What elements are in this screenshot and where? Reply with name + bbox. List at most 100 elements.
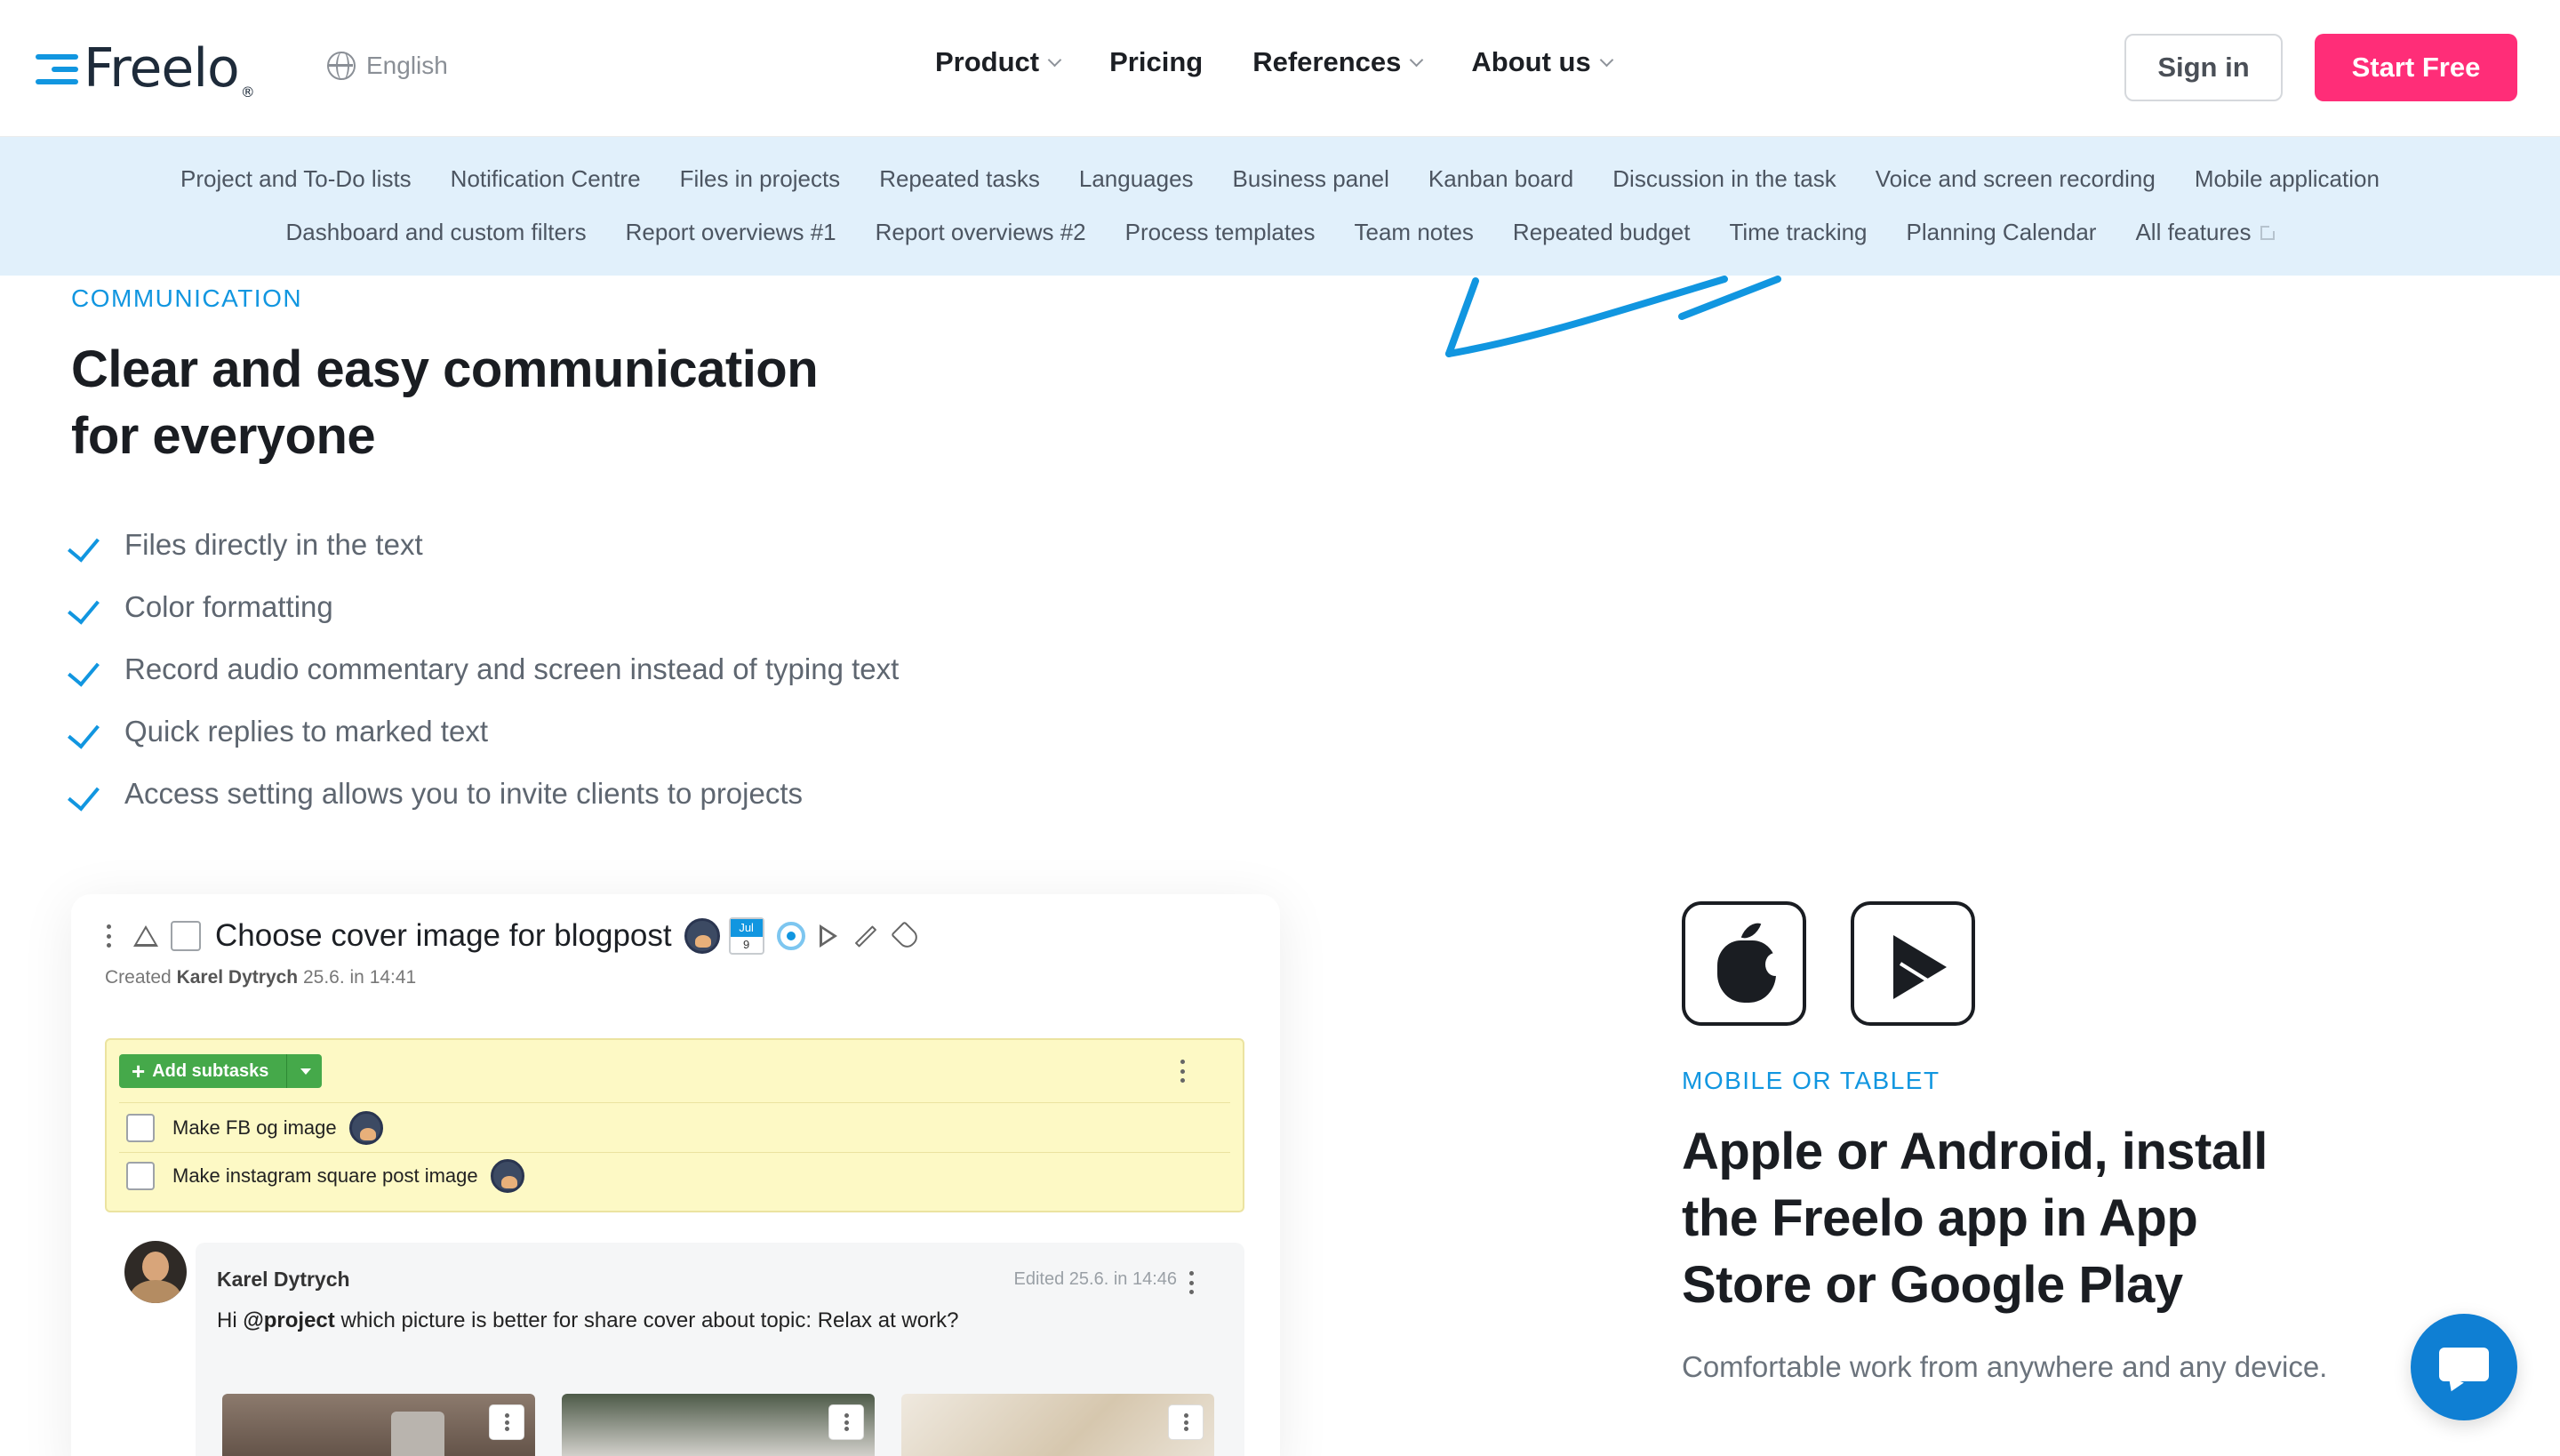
feature-link-process-templates[interactable]: Process templates	[1125, 219, 1316, 246]
priority-target-icon[interactable]	[776, 922, 805, 950]
feature-link-time-tracking[interactable]: Time tracking	[1729, 219, 1867, 246]
calendar-day: 9	[743, 938, 750, 951]
all-features-label: All features	[2135, 219, 2252, 245]
kebab-menu-icon[interactable]	[1189, 1271, 1195, 1294]
feature-link-report-overviews-2[interactable]: Report overviews #2	[876, 219, 1086, 246]
google-play-button[interactable]	[1851, 901, 1975, 1026]
chat-widget-button[interactable]	[2411, 1314, 2517, 1420]
chevron-down-icon	[1599, 52, 1613, 67]
top-header: Freelo ® English Product Pricing Referenc…	[0, 0, 2560, 137]
nav-references[interactable]: References	[1252, 46, 1424, 78]
feature-link-repeated-tasks[interactable]: Repeated tasks	[879, 165, 1040, 193]
freelo-logo[interactable]: Freelo ®	[36, 36, 255, 100]
warning-icon[interactable]	[133, 925, 158, 947]
nav-product-label: Product	[935, 46, 1040, 77]
image-thumbnail[interactable]	[901, 1394, 1214, 1456]
mobile-eyebrow: MOBILE OR TABLET	[1682, 1067, 1940, 1094]
apple-icon	[1717, 940, 1785, 1003]
language-label: English	[366, 52, 448, 79]
feature-link-kanban-board[interactable]: Kanban board	[1428, 165, 1573, 193]
feature-link-files-in-projects[interactable]: Files in projects	[680, 165, 841, 193]
add-subtasks-label: Add subtasks	[152, 1060, 269, 1081]
comment-text-suffix: which picture is better for share cover …	[340, 1308, 959, 1332]
pencil-icon[interactable]	[854, 924, 876, 948]
list-item-text: Record audio commentary and screen inste…	[124, 652, 900, 685]
check-icon	[71, 533, 103, 556]
chat-icon	[2439, 1348, 2489, 1381]
nav-pricing-label: Pricing	[1109, 46, 1204, 77]
feature-link-all-features[interactable]: All features	[2135, 219, 2276, 246]
feature-link-mobile-application[interactable]: Mobile application	[2195, 165, 2380, 193]
google-play-icon	[1893, 935, 1947, 999]
nav-references-label: References	[1252, 46, 1402, 77]
image-thumbnail[interactable]	[562, 1394, 875, 1456]
list-item: Record audio commentary and screen inste…	[71, 638, 899, 700]
task-title: Choose cover image for blogpost	[215, 918, 672, 953]
external-link-icon	[2260, 224, 2276, 240]
task-checkbox[interactable]	[171, 921, 201, 951]
task-card-header: Choose cover image for blogpost Jul 9	[107, 917, 921, 955]
subtask-title[interactable]: Make FB og image	[172, 1116, 337, 1140]
start-free-button[interactable]: Start Free	[2315, 34, 2517, 101]
nav-about-us-label: About us	[1471, 46, 1591, 77]
calendar-icon[interactable]: Jul 9	[728, 917, 764, 955]
feature-link-voice-screen-recording[interactable]: Voice and screen recording	[1876, 165, 2156, 193]
check-icon	[71, 720, 103, 743]
task-created-info: Created Karel Dytrych 25.6. in 14:41	[105, 967, 416, 988]
feature-link-business-panel[interactable]: Business panel	[1233, 165, 1389, 193]
feature-link-repeated-budget[interactable]: Repeated budget	[1513, 219, 1691, 246]
subtask-row: Make FB og image	[126, 1111, 392, 1145]
divider	[119, 1152, 1230, 1153]
comment-mention[interactable]: @project	[243, 1308, 334, 1332]
communication-eyebrow: COMMUNICATION	[71, 284, 303, 312]
kebab-menu-icon[interactable]	[107, 924, 112, 948]
comment-edited-time: Edited 25.6. in 14:46	[1013, 1269, 1177, 1289]
language-selector[interactable]: English	[327, 52, 448, 80]
created-by: Karel Dytrych	[176, 967, 299, 988]
app-store-button[interactable]	[1682, 901, 1806, 1026]
feature-link-project-todo[interactable]: Project and To-Do lists	[180, 165, 412, 193]
chevron-down-icon	[1410, 52, 1424, 67]
mobile-headline-line-3: Store or Google Play	[1682, 1256, 2183, 1314]
play-icon[interactable]	[819, 924, 837, 948]
feature-link-report-overviews-1[interactable]: Report overviews #1	[626, 219, 836, 246]
feature-link-team-notes[interactable]: Team notes	[1355, 219, 1474, 246]
subtask-checkbox[interactable]	[126, 1162, 155, 1190]
add-subtasks-button[interactable]: + Add subtasks	[119, 1054, 322, 1088]
kebab-menu-icon[interactable]	[1180, 1060, 1186, 1083]
nav-product[interactable]: Product	[935, 46, 1062, 78]
chevron-down-icon[interactable]	[286, 1054, 322, 1088]
mobile-description: Comfortable work from anywhere and any d…	[1682, 1350, 2328, 1383]
feature-link-languages[interactable]: Languages	[1079, 165, 1194, 193]
feature-link-discussion-in-task[interactable]: Discussion in the task	[1612, 165, 1836, 193]
kebab-menu-icon	[505, 1413, 510, 1431]
subtask-row: Make instagram square post image	[126, 1159, 533, 1193]
nav-about-us[interactable]: About us	[1471, 46, 1613, 78]
decorative-arrow-strokes	[1445, 276, 1781, 357]
comment-text-prefix: Hi	[217, 1308, 237, 1332]
logo-text: Freelo ®	[84, 36, 255, 100]
divider	[119, 1102, 1230, 1103]
chevron-down-icon	[1047, 52, 1062, 67]
feature-link-notification-centre[interactable]: Notification Centre	[451, 165, 641, 193]
task-card-preview: Choose cover image for blogpost Jul 9 Cr…	[71, 894, 1280, 1456]
tag-icon[interactable]	[890, 921, 921, 951]
mobile-headline-line-1: Apple or Android, install	[1682, 1123, 2268, 1180]
subtask-checkbox[interactable]	[126, 1114, 155, 1142]
sign-in-button[interactable]: Sign in	[2124, 34, 2283, 101]
logo-mark-icon	[36, 47, 78, 90]
feature-link-dashboard-filters[interactable]: Dashboard and custom filters	[285, 219, 586, 246]
thumbnail-menu[interactable]	[828, 1404, 864, 1440]
mobile-headline: Apple or Android, install the Freelo app…	[1682, 1118, 2357, 1318]
image-thumbnail[interactable]	[222, 1394, 535, 1456]
plus-icon: +	[132, 1057, 146, 1084]
list-item-text: Access setting allows you to invite clie…	[124, 777, 804, 810]
kebab-menu-icon	[844, 1413, 850, 1431]
communication-headline: Clear and easy communication for everyon…	[71, 336, 871, 469]
thumbnail-menu[interactable]	[1168, 1404, 1204, 1440]
thumbnail-menu[interactable]	[489, 1404, 524, 1440]
avatar	[490, 1159, 524, 1193]
nav-pricing[interactable]: Pricing	[1109, 46, 1203, 78]
subtask-title[interactable]: Make instagram square post image	[172, 1164, 478, 1188]
feature-link-planning-calendar[interactable]: Planning Calendar	[1907, 219, 2097, 246]
